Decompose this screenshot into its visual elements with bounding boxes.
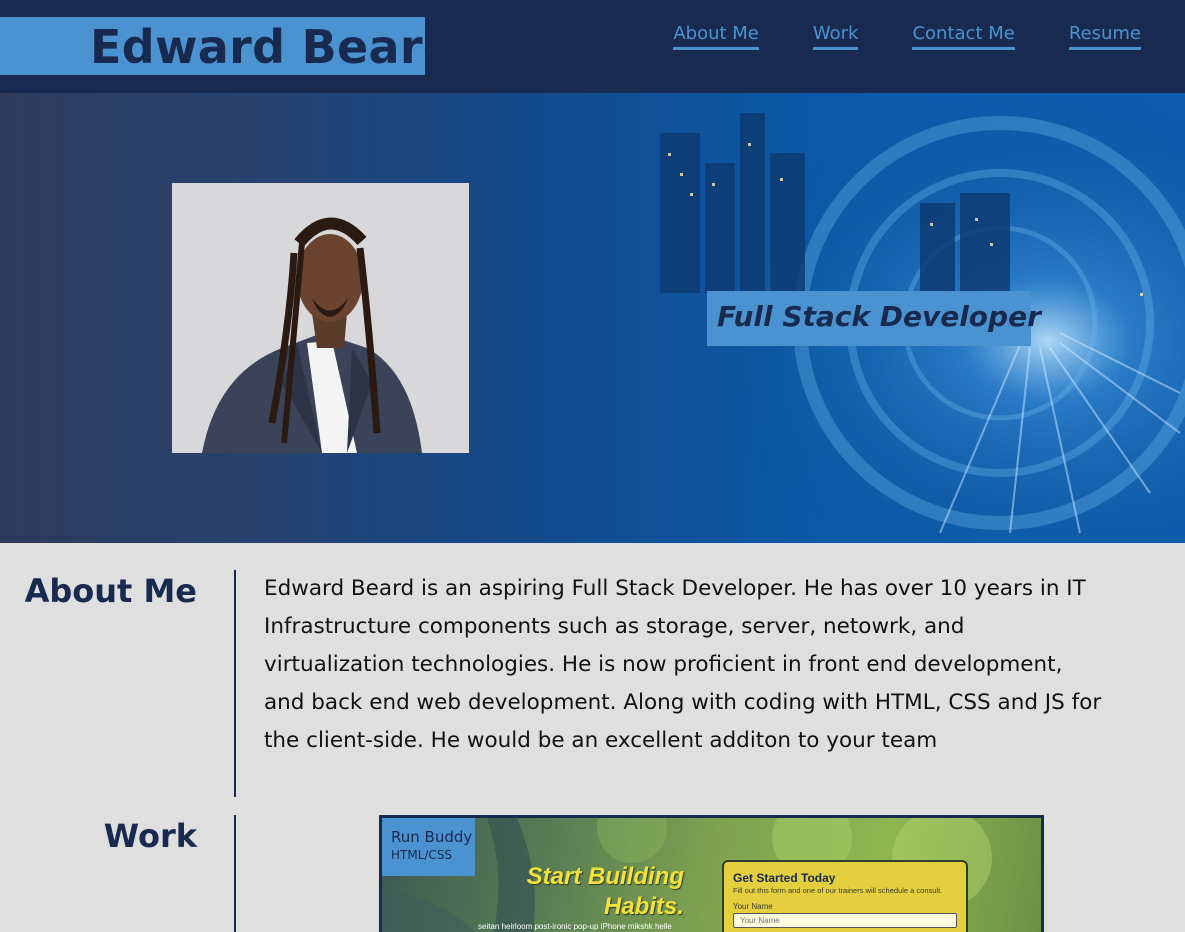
form-title: Get Started Today (733, 871, 836, 885)
work-divider (234, 815, 236, 932)
nav-link-resume[interactable]: Resume (1068, 22, 1141, 50)
project-card-run-buddy[interactable]: Run Buddy HTML/CSS Start Building Habits… (379, 815, 1044, 932)
nav-link-about-me[interactable]: About Me (673, 22, 759, 50)
brand-box: Edward Beard (0, 17, 456, 75)
nav-link-contact-me[interactable]: Contact Me (912, 22, 1015, 50)
project-label: Run Buddy HTML/CSS (382, 818, 475, 876)
site-title: Edward Beard (90, 20, 457, 74)
project-name: Run Buddy (391, 828, 473, 846)
about-paragraph: Edward Beard is an aspiring Full Stack D… (264, 576, 1102, 753)
project-signup-form: Get Started Today Fill out this form and… (722, 860, 968, 932)
project-subtext: seitan heirloom post-ironic pop-up iPhon… (478, 922, 672, 931)
project-tech: HTML/CSS (391, 848, 453, 862)
profile-photo (172, 183, 469, 453)
form-name-input[interactable] (733, 913, 957, 928)
work-heading: Work (103, 817, 197, 855)
hero-banner: Full Stack Developer (0, 93, 1185, 543)
profile-photo-image (172, 183, 469, 453)
about-divider (234, 570, 236, 797)
tagline-box: Full Stack Developer (707, 291, 1041, 346)
form-description: Fill out this form and one of our traine… (733, 886, 943, 895)
tagline-text: Full Stack Developer (717, 300, 1041, 333)
site-header: Edward Beard About Me Work Contact Me Re… (0, 0, 1185, 93)
main-nav: About Me Work Contact Me Resume (673, 22, 1141, 50)
about-heading: About Me (24, 572, 197, 610)
project-headline-line2: Habits. (603, 893, 684, 920)
nav-link-work[interactable]: Work (812, 22, 859, 50)
project-headline: Start Building Habits. (494, 862, 684, 922)
project-headline-line1: Start Building (526, 863, 684, 890)
form-name-label: Your Name (733, 902, 773, 911)
